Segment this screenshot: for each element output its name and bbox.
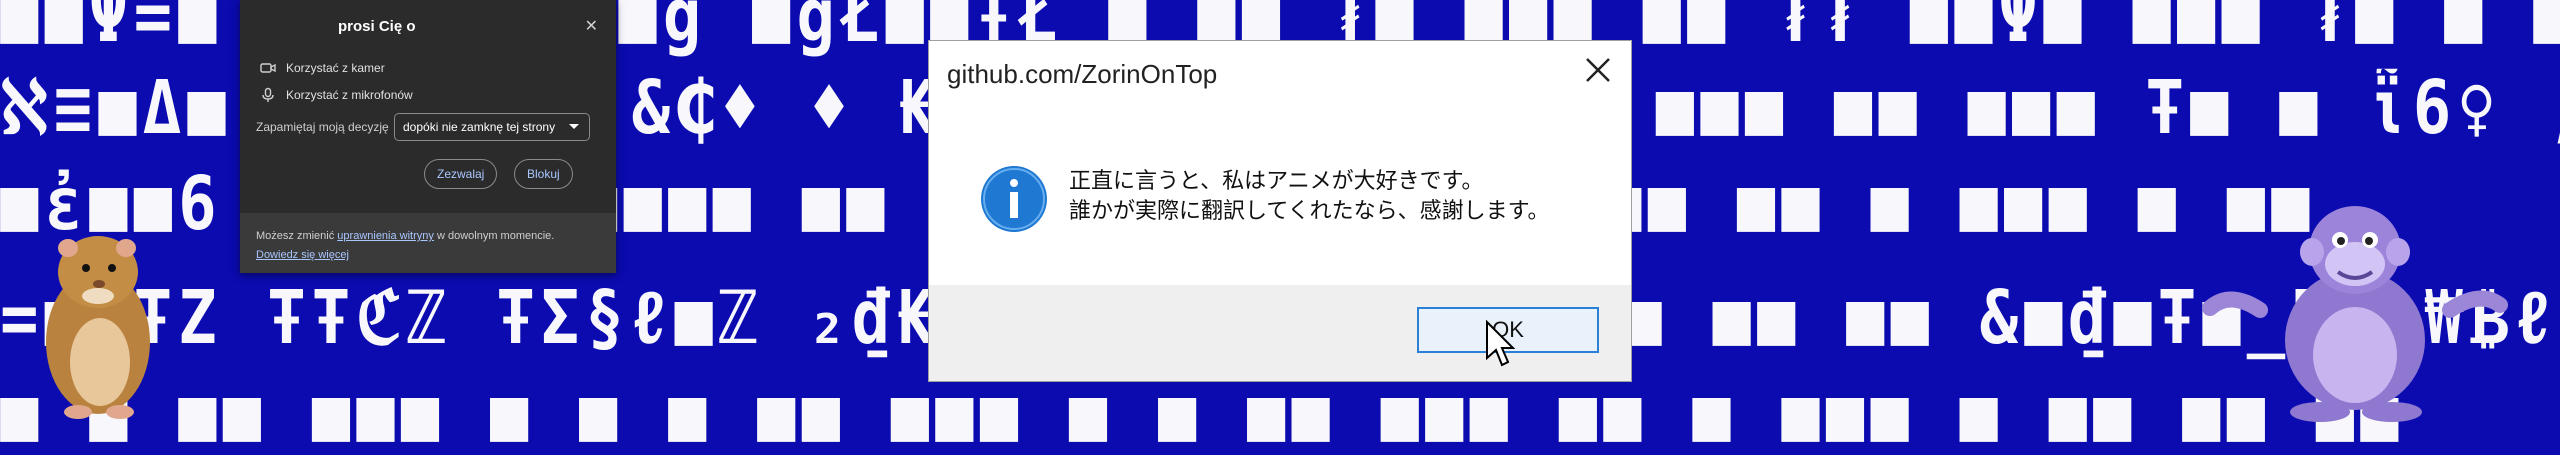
microphone-permission-label: Korzystać z mikrofonów [286, 88, 413, 102]
dialog-message-line: 正直に言うと、私はアニメが大好きです。 [1069, 168, 1484, 193]
close-icon[interactable] [1583, 55, 1613, 85]
microphone-icon [262, 87, 274, 102]
permission-popup-footer: Możesz zmienić uprawnienia witryny w dow… [240, 213, 616, 273]
camera-icon [260, 63, 276, 73]
block-button[interactable]: Blokuj [514, 159, 573, 189]
chevron-down-icon [569, 124, 579, 129]
site-permission-popup: prosi Cię o ✕ Korzystać z kamer Korzysta… [240, 0, 616, 273]
camera-permission-label: Korzystać z kamer [286, 61, 385, 75]
remember-decision-value: dopóki nie zamknę tej strony [403, 120, 556, 134]
alert-dialog: github.com/ZorinOnTop 正直に言うと、私はアニメが大好きです… [928, 40, 1632, 382]
close-icon[interactable]: ✕ [585, 16, 598, 36]
dialog-title: github.com/ZorinOnTop [947, 59, 1218, 89]
site-permissions-link[interactable]: uprawnienia witryny [337, 230, 434, 242]
microphone-permission-row: Korzystać z mikrofonów [260, 87, 413, 103]
dialog-message: 正直に言うと、私はアニメが大好きです。 誰かが実際に翻訳してくれたなら、感謝しま… [1069, 166, 1549, 226]
footer-text: Możesz zmienić [256, 230, 338, 242]
background-glitch-row: ■ ■ ■■ ■■■ ■ ■ ■ ■■ ■■■ ■ ■ ■■ ■■■ ■■ ■ … [0, 374, 2405, 455]
permission-popup-title: prosi Cię o [338, 18, 416, 35]
remember-decision-label: Zapamiętaj moją decyzję [256, 120, 389, 134]
mouse-cursor-icon [1486, 320, 1515, 367]
footer-text-end: w dowolnym momencie. [433, 230, 555, 242]
camera-permission-row: Korzystać z kamer [260, 60, 385, 76]
info-icon [981, 166, 1047, 232]
hamster-character [46, 236, 150, 419]
allow-button[interactable]: Zezwalaj [424, 159, 498, 189]
remember-decision-select[interactable]: dopóki nie zamknę tej strony [394, 113, 590, 141]
learn-more-link[interactable]: Dowiedz się więcej [256, 249, 349, 261]
dialog-message-line: 誰かが実際に翻訳してくれたなら、感謝します。 [1069, 198, 1550, 223]
bonzi-buddy-character [2202, 206, 2508, 422]
